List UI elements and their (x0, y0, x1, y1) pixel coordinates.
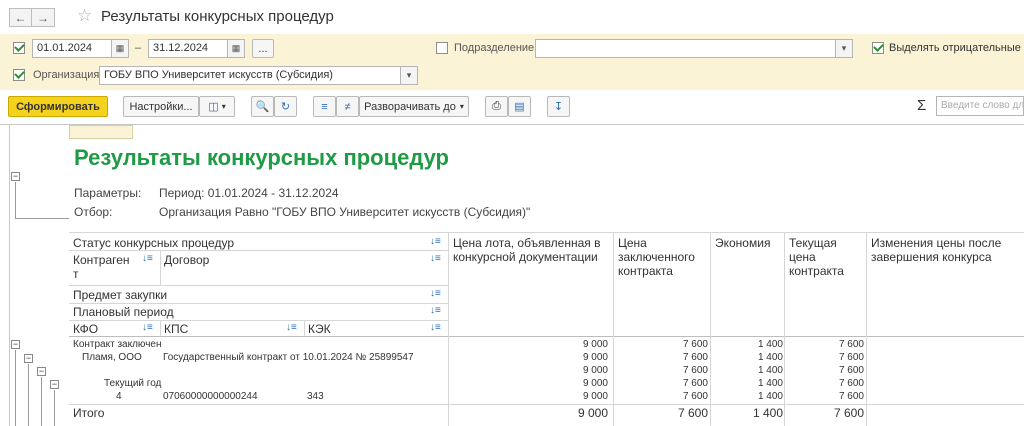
table-row[interactable]: Контракт заключен 9 000 7 600 1 400 7 60… (69, 339, 1024, 352)
header-kps: КПС (164, 322, 189, 336)
subdivision-dropdown-icon[interactable]: ▾ (835, 39, 853, 58)
collapse-groups-button[interactable]: ≡ (313, 96, 336, 117)
preview-button[interactable]: ▤ (508, 96, 531, 117)
table-row[interactable]: Пламя, ООО Государственный контракт от 1… (69, 352, 1024, 365)
variants-menu-button[interactable]: ◫ ▾ (199, 96, 235, 117)
print-button[interactable]: ⎙ (485, 96, 508, 117)
title-bar: ← → ☆ Результаты конкурсных процедур (0, 0, 1024, 34)
favorite-star-icon[interactable]: ☆ (77, 6, 92, 26)
highlight-negative-label: Выделять отрицательные (889, 42, 1021, 54)
report-area: − − − − − Результаты конкурсных процедур… (0, 124, 1024, 426)
params-value: Период: 01.01.2024 - 31.12.2024 (159, 186, 339, 200)
subdivision-checkbox[interactable] (436, 42, 448, 54)
expand-to-label: Разворачивать до (364, 100, 456, 113)
sort-icon[interactable]: ↓≡ (430, 322, 441, 333)
collapse-group-3-icon[interactable]: − (37, 367, 46, 376)
chevron-down-icon: ▾ (459, 102, 464, 111)
download-icon: ↧ (553, 101, 564, 113)
forward-arrow-icon[interactable]: → (32, 8, 55, 27)
command-bar: Сформировать Настройки... ◫ ▾ 🔍 ↻ ≡ ≠ Ра… (0, 94, 1024, 120)
calendar-from-icon[interactable]: ▦ (111, 39, 129, 58)
back-arrow-icon[interactable]: ← (9, 8, 32, 27)
generate-button[interactable]: Сформировать (8, 96, 108, 117)
subdivision-field[interactable] (535, 39, 836, 58)
date-to-field[interactable]: 31.12.2024 (148, 39, 228, 58)
save-button[interactable]: ↧ (547, 96, 570, 117)
header-economy: Экономия (715, 236, 771, 250)
period-select-button[interactable]: ... (252, 39, 274, 58)
table-row[interactable]: 9 000 7 600 1 400 7 600 (69, 365, 1024, 378)
group-gutter: − − − − − (9, 125, 69, 426)
header-kfo: КФО (73, 322, 99, 336)
collapse-group-4-icon[interactable]: − (50, 380, 59, 389)
sort-icon[interactable]: ↓≡ (142, 322, 153, 333)
header-contract-price: Цена заключенного контракта (618, 236, 695, 278)
preview-icon: ▤ (514, 101, 525, 113)
sort-icon[interactable]: ↓≡ (286, 322, 297, 333)
highlight-negative-checkbox[interactable] (872, 42, 884, 54)
total-row[interactable]: Итого 9 000 7 600 1 400 7 600 (69, 406, 1024, 423)
sort-icon[interactable]: ↓≡ (430, 253, 441, 264)
header-status: Статус конкурсных процедур (73, 236, 234, 250)
nav-buttons: ← → (9, 8, 55, 27)
chevron-down-icon: ▾ (221, 102, 226, 111)
settings-button[interactable]: Настройки... (123, 96, 199, 117)
search-input[interactable]: Введите слово для поиска (936, 96, 1024, 116)
params-label: Параметры: (74, 186, 142, 200)
find-next-button[interactable]: ↻ (274, 96, 297, 117)
sort-icon[interactable]: ↓≡ (142, 253, 153, 264)
header-kek: КЭК (308, 322, 331, 336)
header-lot-price: Цена лота, объявленная в конкурсной доку… (453, 236, 601, 264)
expand-groups-button[interactable]: ≠ (336, 96, 359, 117)
organization-field[interactable]: ГОБУ ВПО Университет искусств (Субсидия) (99, 66, 401, 85)
header-planned-period: Плановый период (73, 305, 174, 319)
organization-label: Организация: (33, 69, 103, 81)
organization-checkbox[interactable] (13, 69, 25, 81)
header-contractor: Контраген т (73, 253, 130, 281)
filter-label: Отбор: (74, 205, 113, 219)
expand-to-button[interactable]: Разворачивать до ▾ (359, 96, 469, 117)
find-button[interactable]: 🔍 (251, 96, 274, 117)
search-icon: 🔍 (255, 101, 270, 113)
collapse-header-icon[interactable]: − (11, 172, 20, 181)
expand-icon: ≠ (344, 100, 351, 113)
header-subject: Предмет закупки (73, 288, 168, 302)
subdivision-label: Подразделение: (454, 42, 538, 54)
window-title: Результаты конкурсных процедур (101, 8, 334, 25)
total-label: Итого (73, 406, 105, 420)
collapse-group-1-icon[interactable]: − (11, 340, 20, 349)
sort-icon[interactable]: ↓≡ (430, 236, 441, 247)
header-contract: Договор (164, 253, 210, 267)
collapse-group-2-icon[interactable]: − (24, 354, 33, 363)
sort-icon[interactable]: ↓≡ (430, 305, 441, 316)
printer-icon: ⎙ (492, 100, 501, 112)
header-price-changes: Изменения цены после завершения конкурса (871, 236, 1002, 264)
table-row[interactable]: Текущий год 9 000 7 600 1 400 7 600 (69, 378, 1024, 391)
filter-value: Организация Равно "ГОБУ ВПО Университет … (159, 205, 531, 219)
sort-icon[interactable]: ↓≡ (430, 288, 441, 299)
report-variants-icon: ◫ (208, 101, 219, 113)
report-title: Результаты конкурсных процедур (74, 145, 449, 170)
table-row[interactable]: 4 07060000000000244 343 9 000 7 600 1 40… (69, 391, 1024, 404)
organization-dropdown-icon[interactable]: ▾ (400, 66, 418, 85)
header-current-price: Текущая цена контракта (789, 236, 844, 278)
calendar-to-icon[interactable]: ▦ (227, 39, 245, 58)
date-dash: – (135, 42, 142, 54)
collapse-icon: ≡ (321, 100, 328, 113)
period-checkbox[interactable] (13, 42, 25, 54)
selected-cell[interactable] (69, 125, 133, 139)
find-next-icon: ↻ (280, 101, 291, 113)
sum-icon[interactable]: Σ (917, 97, 926, 114)
parameters-panel: 01.01.2024 ▦ – 31.12.2024 ▦ ... Подразде… (0, 34, 1024, 90)
date-from-field[interactable]: 01.01.2024 (32, 39, 112, 58)
